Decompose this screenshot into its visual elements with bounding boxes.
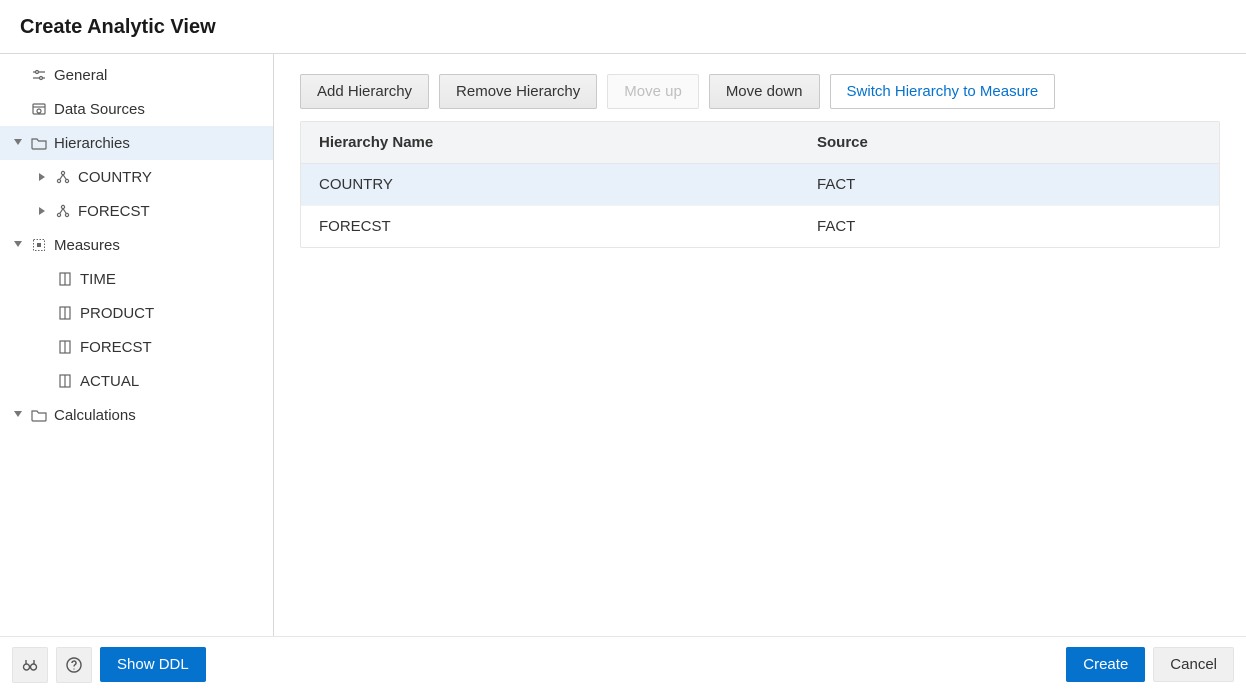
dialog-footer: Show DDL Create Cancel — [0, 636, 1246, 692]
folder-icon — [30, 408, 48, 422]
sidebar-item-hierarchy-forecst[interactable]: FORECST — [0, 194, 273, 228]
sidebar-item-measure-time[interactable]: TIME — [0, 262, 273, 296]
table-header: Hierarchy Name Source — [301, 122, 1219, 164]
sidebar-item-label: COUNTRY — [78, 169, 152, 186]
column-icon — [56, 340, 74, 354]
cell-hierarchy-name: COUNTRY — [301, 164, 799, 205]
move-down-button[interactable]: Move down — [709, 74, 820, 109]
table-row[interactable]: FORECST FACT — [301, 206, 1219, 247]
chevron-right-icon[interactable] — [36, 207, 48, 215]
dialog-body: ▶ General ▶ Data Sources — [0, 54, 1246, 636]
sidebar-item-label: Hierarchies — [54, 135, 130, 152]
sidebar-item-label: Measures — [54, 237, 120, 254]
data-source-icon — [30, 101, 48, 117]
sidebar-item-measures[interactable]: Measures — [0, 228, 273, 262]
table-row[interactable]: COUNTRY FACT — [301, 164, 1219, 206]
sidebar-item-label: General — [54, 67, 107, 84]
sidebar-item-label: FORECST — [80, 339, 152, 356]
chevron-down-icon[interactable] — [12, 139, 24, 147]
add-hierarchy-button[interactable]: Add Hierarchy — [300, 74, 429, 109]
sidebar-item-hierarchies[interactable]: Hierarchies — [0, 126, 273, 160]
binoculars-icon — [21, 656, 39, 674]
hierarchy-icon — [54, 204, 72, 218]
folder-icon — [30, 136, 48, 150]
chevron-right-icon[interactable] — [36, 173, 48, 181]
sliders-icon — [30, 67, 48, 83]
page-title: Create Analytic View — [20, 16, 1226, 39]
cell-source: FACT — [799, 164, 1219, 205]
show-ddl-button[interactable]: Show DDL — [100, 647, 206, 682]
dialog-header: Create Analytic View — [0, 0, 1246, 54]
column-icon — [56, 374, 74, 388]
chevron-down-icon[interactable] — [12, 241, 24, 249]
sidebar-item-label: Data Sources — [54, 101, 145, 118]
sidebar-item-label: FORECST — [78, 203, 150, 220]
sidebar-item-measure-product[interactable]: PRODUCT — [0, 296, 273, 330]
column-header-source[interactable]: Source — [799, 122, 1219, 163]
hierarchy-icon — [54, 170, 72, 184]
sidebar-item-measure-forecst[interactable]: FORECST — [0, 330, 273, 364]
column-icon — [56, 306, 74, 320]
help-button[interactable] — [56, 647, 92, 683]
create-button[interactable]: Create — [1066, 647, 1145, 682]
chevron-down-icon[interactable] — [12, 411, 24, 419]
sidebar-item-measure-actual[interactable]: ACTUAL — [0, 364, 273, 398]
search-button[interactable] — [12, 647, 48, 683]
column-header-name[interactable]: Hierarchy Name — [301, 122, 799, 163]
cell-hierarchy-name: FORECST — [301, 206, 799, 247]
toolbar: Add Hierarchy Remove Hierarchy Move up M… — [300, 74, 1220, 109]
switch-hierarchy-to-measure-button[interactable]: Switch Hierarchy to Measure — [830, 74, 1056, 109]
sidebar-item-label: Calculations — [54, 407, 136, 424]
sidebar-item-hierarchy-country[interactable]: COUNTRY — [0, 160, 273, 194]
column-icon — [56, 272, 74, 286]
main-panel: Add Hierarchy Remove Hierarchy Move up M… — [274, 54, 1246, 636]
help-icon — [65, 656, 83, 674]
sidebar-item-data-sources[interactable]: ▶ Data Sources — [0, 92, 273, 126]
cell-source: FACT — [799, 206, 1219, 247]
sidebar-item-label: TIME — [80, 271, 116, 288]
measures-icon — [30, 238, 48, 252]
sidebar-item-calculations[interactable]: Calculations — [0, 398, 273, 432]
sidebar-item-label: PRODUCT — [80, 305, 154, 322]
move-up-button: Move up — [607, 74, 699, 109]
hierarchies-table: Hierarchy Name Source COUNTRY FACT FOREC… — [300, 121, 1220, 248]
sidebar-item-general[interactable]: ▶ General — [0, 58, 273, 92]
sidebar: ▶ General ▶ Data Sources — [0, 54, 274, 636]
sidebar-item-label: ACTUAL — [80, 373, 139, 390]
remove-hierarchy-button[interactable]: Remove Hierarchy — [439, 74, 597, 109]
cancel-button[interactable]: Cancel — [1153, 647, 1234, 682]
